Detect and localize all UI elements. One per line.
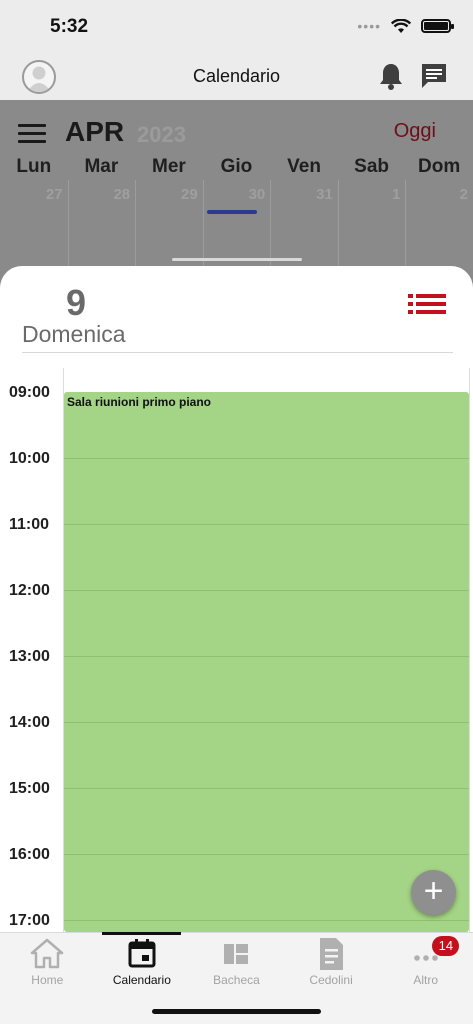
event-hour-line bbox=[64, 458, 469, 459]
event-hour-line bbox=[64, 656, 469, 657]
event-hour-line bbox=[64, 788, 469, 789]
tab-label: Calendario bbox=[112, 973, 171, 987]
notification-badge: 14 bbox=[432, 936, 460, 956]
wifi-icon bbox=[391, 18, 411, 33]
day-cell[interactable]: 30 bbox=[202, 180, 271, 270]
weekday-thu: Gio bbox=[220, 156, 253, 177]
event-hour-line bbox=[64, 722, 469, 723]
day-cell[interactable]: 27 bbox=[0, 180, 68, 270]
menu-icon[interactable] bbox=[18, 124, 46, 148]
weekday-tue: Mar bbox=[84, 156, 119, 177]
tab-label: Cedolini bbox=[309, 973, 353, 987]
weekday-mon: Lun bbox=[16, 156, 52, 177]
notifications-button[interactable] bbox=[378, 62, 404, 95]
divider bbox=[22, 352, 453, 353]
weekday-sun: Dom bbox=[418, 156, 461, 177]
chat-icon bbox=[422, 64, 446, 88]
tab-cedolini[interactable]: Cedolini bbox=[284, 933, 379, 993]
day-number: 2 bbox=[459, 186, 468, 203]
day-number: 30 bbox=[248, 186, 266, 203]
day-cell[interactable]: 1 bbox=[337, 180, 406, 270]
event-block[interactable]: Sala riunioni primo piano bbox=[64, 392, 469, 932]
hour-label: 14:00 bbox=[9, 714, 50, 731]
selected-day-name: Domenica bbox=[22, 321, 126, 347]
hour-label: 16:00 bbox=[9, 846, 50, 863]
app-header: Calendario bbox=[0, 54, 473, 100]
day-number: 31 bbox=[316, 186, 333, 203]
selected-day-number: 9 bbox=[66, 282, 87, 323]
status-time: 5:32 bbox=[50, 16, 89, 37]
tab-home[interactable]: Home bbox=[0, 933, 95, 993]
day-cell[interactable]: 31 bbox=[270, 180, 338, 270]
tab-altro[interactable]: 14 Altro bbox=[378, 933, 473, 993]
battery-icon bbox=[421, 19, 454, 33]
month-label: APR bbox=[65, 116, 125, 147]
days-row: 27 28 29 30 31 1 2 bbox=[0, 180, 473, 270]
status-icons: •••• bbox=[357, 18, 454, 34]
sheet-handle[interactable] bbox=[172, 258, 302, 261]
messages-button[interactable] bbox=[420, 62, 448, 95]
time-grid: 09:00 10:00 11:00 12:00 13:00 14:00 15:0… bbox=[0, 368, 473, 932]
weekday-header: Lun Mar Mer Gio Ven Sab Dom bbox=[0, 156, 473, 178]
board-icon bbox=[224, 944, 249, 964]
document-icon bbox=[320, 938, 344, 970]
day-number: 27 bbox=[45, 186, 63, 203]
tab-calendario[interactable]: Calendario bbox=[95, 933, 190, 993]
home-icon bbox=[31, 938, 64, 969]
event-hour-line bbox=[64, 590, 469, 591]
day-number: 28 bbox=[113, 186, 131, 203]
day-number: 1 bbox=[392, 186, 401, 203]
year-label: 2023 bbox=[137, 122, 186, 147]
hour-label: 11:00 bbox=[9, 516, 50, 533]
hour-label: 17:00 bbox=[9, 912, 50, 929]
hour-label: 12:00 bbox=[9, 582, 50, 599]
status-bar: 5:32 •••• bbox=[0, 0, 473, 54]
day-cell[interactable]: 2 bbox=[405, 180, 473, 270]
tab-label: Altro bbox=[413, 973, 439, 987]
event-hour-line bbox=[64, 920, 469, 921]
tab-bacheca[interactable]: Bacheca bbox=[189, 933, 284, 993]
today-button[interactable]: Oggi bbox=[394, 120, 436, 143]
hour-label: 15:00 bbox=[9, 780, 50, 797]
add-event-button[interactable]: + bbox=[411, 870, 456, 915]
event-title: Sala riunioni primo piano bbox=[67, 395, 212, 409]
weekday-sat: Sab bbox=[354, 156, 390, 177]
event-hour-line bbox=[64, 524, 469, 525]
hour-label: 10:00 bbox=[9, 450, 50, 467]
day-detail-sheet: 9 Domenica 09:00 10:00 11:00 12:00 13:00… bbox=[0, 266, 473, 932]
home-indicator bbox=[152, 1009, 321, 1014]
signal-icon: •••• bbox=[357, 18, 381, 34]
day-cell[interactable]: 28 bbox=[67, 180, 136, 270]
tab-label: Bacheca bbox=[213, 973, 260, 987]
day-cell[interactable]: 29 bbox=[135, 180, 203, 270]
tab-label: Home bbox=[31, 973, 64, 987]
hour-label: 09:00 bbox=[9, 384, 50, 401]
day-number: 29 bbox=[181, 186, 198, 203]
hour-label: 13:00 bbox=[9, 648, 50, 665]
calendar-icon bbox=[128, 939, 156, 968]
selected-day-indicator bbox=[207, 210, 257, 214]
weekday-wed: Mer bbox=[152, 156, 186, 177]
list-view-icon[interactable] bbox=[408, 294, 446, 318]
month-calendar: APR 2023 Oggi Lun Mar Mer Gio Ven Sab Do… bbox=[0, 100, 473, 280]
weekday-fri: Ven bbox=[287, 156, 321, 177]
grid-line bbox=[469, 368, 470, 932]
event-hour-line bbox=[64, 854, 469, 855]
bell-icon bbox=[380, 64, 402, 90]
